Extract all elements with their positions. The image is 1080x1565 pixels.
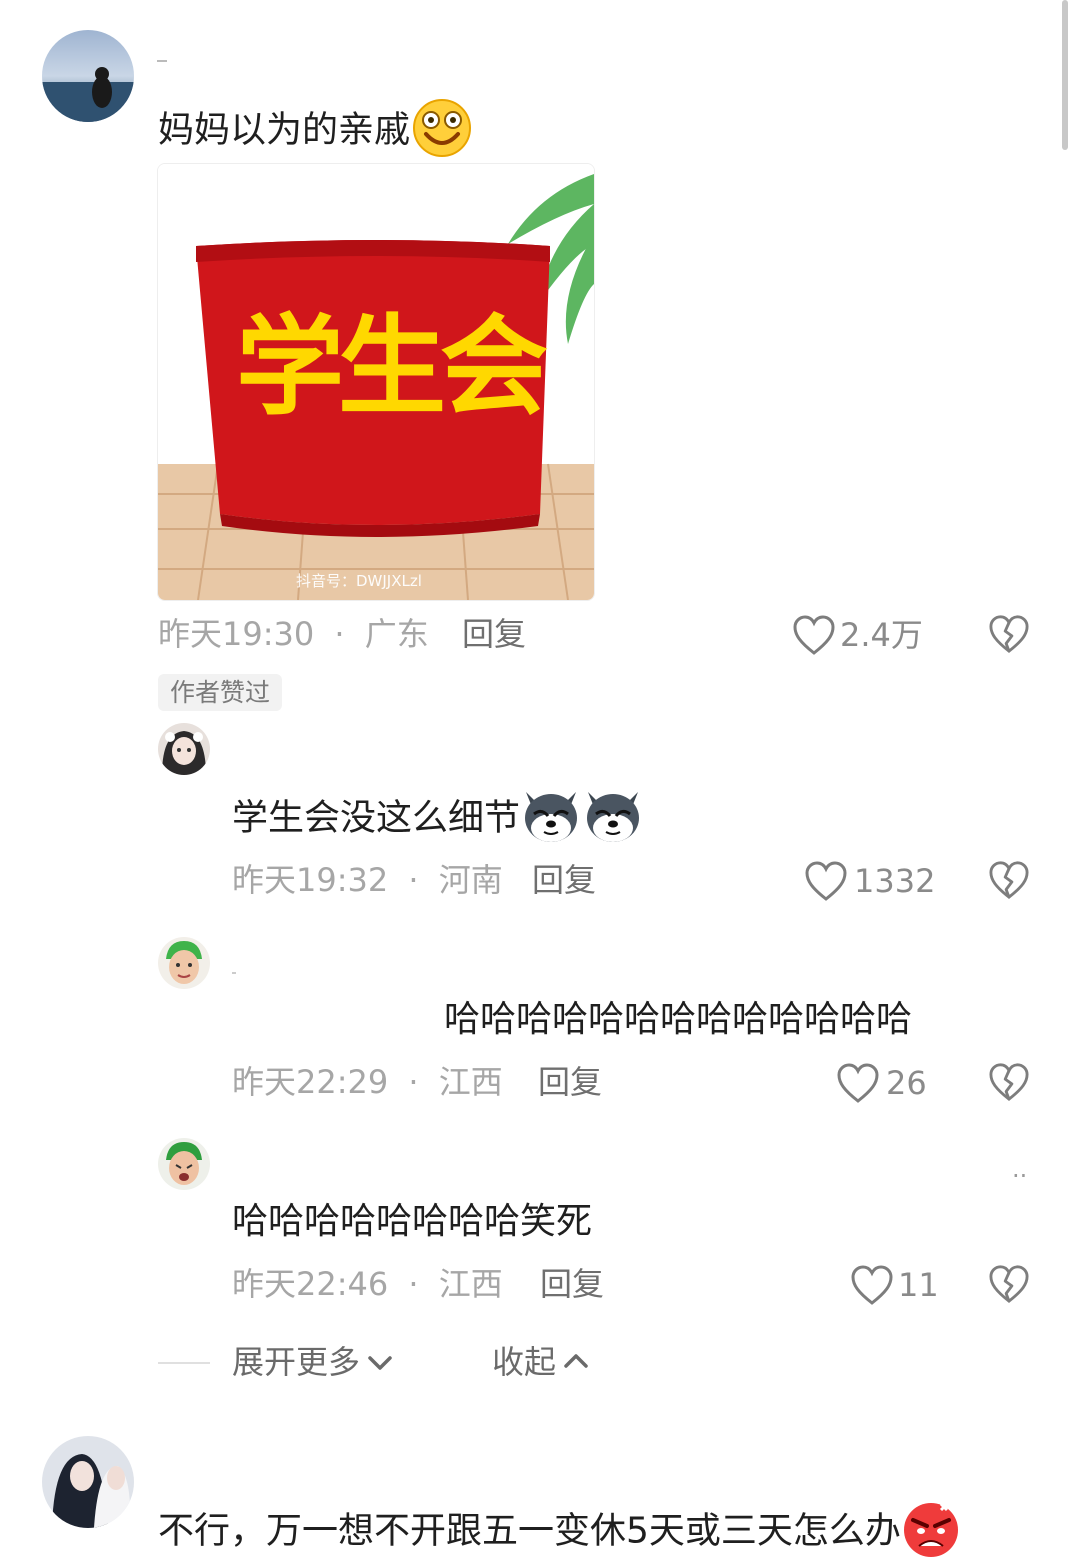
reply-button[interactable]: 回复 [538, 1066, 602, 1098]
comment-time: 昨天19:30 [158, 615, 315, 653]
avatar-image [158, 1138, 210, 1190]
chevron-down-icon [368, 1356, 392, 1370]
expand-more-label: 展开更多 [232, 1343, 361, 1381]
like-button[interactable]: 2.4万 [792, 614, 923, 656]
thread-divider [158, 1362, 210, 1364]
broken-heart-icon [989, 1063, 1029, 1101]
dislike-button[interactable] [988, 1264, 1030, 1308]
comment-meta: 昨天19:30 · 广东 [158, 618, 429, 650]
broken-heart-icon [989, 861, 1029, 899]
avatar-image [158, 937, 210, 989]
meta-separator: · [334, 615, 345, 653]
avatar[interactable] [158, 1138, 210, 1190]
avatar-image [42, 30, 134, 122]
comment-text: 妈妈以为的亲戚 [158, 98, 472, 165]
comment-meta: 昨天19:32 · 河南 [232, 864, 503, 896]
comment-text: 哈哈哈哈哈哈哈哈笑死 [232, 1201, 593, 1242]
broken-heart-icon [989, 615, 1029, 653]
like-button[interactable]: 11 [850, 1264, 939, 1306]
heart-icon [837, 1063, 879, 1103]
comment-image[interactable]: 学生会 抖音号：DWJJXLzl [157, 163, 595, 601]
avatar[interactable] [158, 937, 210, 989]
comment-location: 河南 [438, 861, 503, 899]
like-count: 1332 [854, 862, 936, 900]
comment-location: 江西 [438, 1063, 503, 1101]
dislike-button[interactable] [988, 860, 1030, 904]
husky-dog-emoji-icon [520, 786, 644, 853]
avatar[interactable] [158, 723, 210, 775]
username-placeholder [157, 60, 167, 62]
grinning-face-emoji-icon [412, 98, 472, 165]
avatar-image [158, 723, 210, 775]
comment-text: 学生会没这么细节 [232, 786, 644, 853]
angry-face-emoji-icon [901, 1500, 961, 1565]
comment-meta: 昨天22:46 · 江西 [232, 1268, 503, 1300]
comment-time: 昨天22:29 [232, 1063, 389, 1101]
author-liked-badge: 作者赞过 [158, 674, 283, 711]
dislike-button[interactable] [988, 614, 1030, 658]
comment-location: 江西 [438, 1265, 503, 1303]
armband-text: 学生会 [236, 305, 548, 430]
heart-icon [805, 861, 847, 901]
comment-text: 不行，万一想不开跟五一变休5天或三天怎么办 [158, 1500, 961, 1565]
heart-icon [851, 1265, 893, 1305]
like-button[interactable]: 1332 [804, 860, 935, 902]
like-count: 11 [898, 1266, 939, 1304]
like-count: 2.4万 [840, 616, 923, 654]
chevron-up-icon [564, 1354, 588, 1368]
watermark-text: 抖音号：DWJJXLzl [296, 572, 422, 590]
collapse-button[interactable]: 收起 [492, 1346, 592, 1378]
avatar-image [42, 1436, 134, 1528]
heart-icon [793, 615, 835, 655]
reply-button[interactable]: 回复 [540, 1268, 604, 1300]
meta-separator: · [408, 1265, 419, 1303]
comment-time: 昨天22:46 [232, 1265, 389, 1303]
avatar[interactable] [42, 1436, 134, 1528]
comment-text: 哈哈哈哈哈哈哈哈哈哈哈哈哈 [444, 999, 913, 1040]
like-button[interactable]: 26 [836, 1062, 927, 1104]
comment-location: 广东 [364, 615, 429, 653]
scrollbar[interactable] [1062, 0, 1068, 150]
username-placeholder [232, 972, 236, 974]
comment-meta: 昨天22:29 · 江西 [232, 1066, 503, 1098]
meta-separator: · [408, 1063, 419, 1101]
expand-more-button[interactable]: 展开更多 [232, 1346, 396, 1378]
more-options-button[interactable]: ·· [1012, 1164, 1027, 1188]
broken-heart-icon [989, 1265, 1029, 1303]
like-count: 26 [886, 1064, 927, 1102]
comment-time: 昨天19:32 [232, 861, 389, 899]
reply-button[interactable]: 回复 [532, 864, 596, 896]
reply-button[interactable]: 回复 [462, 618, 526, 650]
avatar[interactable] [42, 30, 134, 122]
meta-separator: · [408, 861, 419, 899]
dislike-button[interactable] [988, 1062, 1030, 1106]
collapse-label: 收起 [492, 1343, 557, 1381]
